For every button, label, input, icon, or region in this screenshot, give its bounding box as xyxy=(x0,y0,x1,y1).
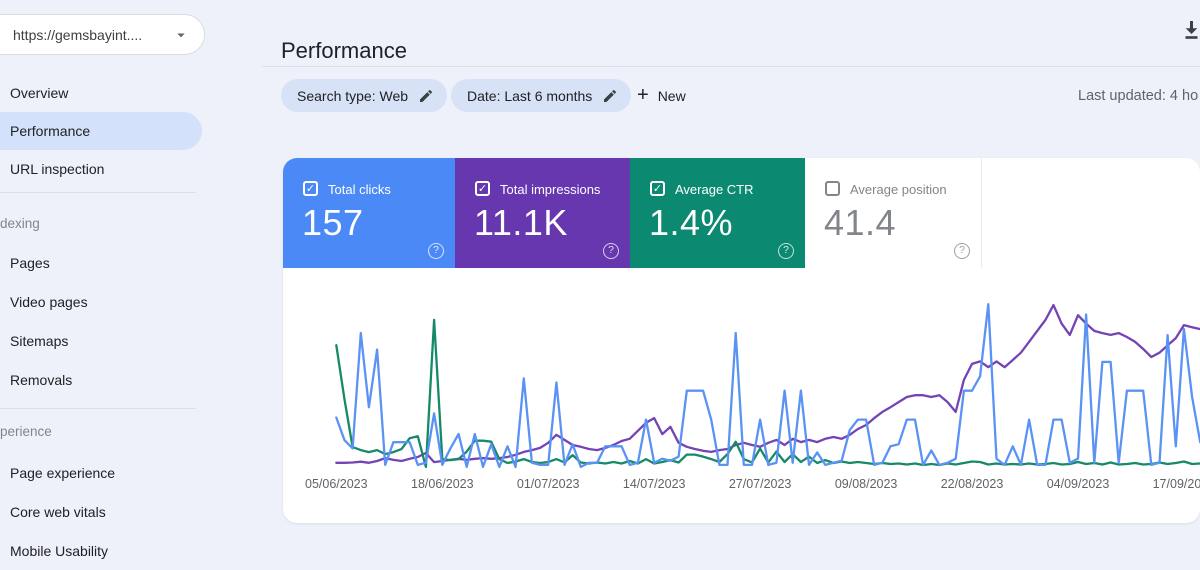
sidebar-section-experience: perience xyxy=(0,424,52,439)
property-selector-value: https://gemsbayint.... xyxy=(13,26,143,43)
x-tick-label: 27/07/2023 xyxy=(729,477,792,491)
sidebar-item-label: Mobile Usability xyxy=(10,543,109,559)
metric-label: Average position xyxy=(850,182,947,197)
sidebar-divider xyxy=(0,192,196,193)
metric-card-total-clicks[interactable]: ✓ Total clicks 157 ? xyxy=(283,158,455,268)
download-icon xyxy=(1185,21,1198,39)
page-title: Performance xyxy=(281,37,407,63)
chevron-down-icon xyxy=(177,33,185,37)
help-question-icon[interactable]: ? xyxy=(778,243,794,259)
checkbox-checked-icon[interactable]: ✓ xyxy=(303,181,318,196)
search-type-chip[interactable]: Search type: Web xyxy=(281,79,448,112)
export-download-button[interactable] xyxy=(1183,21,1200,41)
metric-card-total-impressions[interactable]: ✓ Total impressions 11.1K ? xyxy=(455,158,630,268)
sidebar-item-label: Removals xyxy=(10,372,73,388)
sidebar: https://gemsbayint.... Overview Performa… xyxy=(0,0,250,559)
metric-value: 11.1K xyxy=(474,202,568,243)
sidebar-item-mobile-usability[interactable]: Mobile Usability xyxy=(0,532,202,570)
header-divider xyxy=(262,66,1200,67)
metric-label: Total impressions xyxy=(500,182,601,197)
sidebar-item-label: Performance xyxy=(10,123,91,139)
performance-chart[interactable]: 05/06/2023 18/06/2023 01/07/2023 14/07/2023… xyxy=(280,275,1200,525)
sidebar-item-page-experience[interactable]: Page experience xyxy=(0,454,202,492)
help-question-icon[interactable]: ? xyxy=(954,243,970,259)
sidebar-divider xyxy=(0,408,196,409)
sidebar-item-video-pages[interactable]: Video pages xyxy=(0,283,202,321)
sidebar-item-sitemaps[interactable]: Sitemaps xyxy=(0,322,202,360)
help-question-icon[interactable]: ? xyxy=(603,243,619,259)
impressions-line xyxy=(335,303,1200,464)
checkbox-unchecked-icon[interactable] xyxy=(825,181,840,196)
last-updated-text: Last updated: 4 ho xyxy=(1078,88,1199,104)
sidebar-item-label: Video pages xyxy=(10,294,88,310)
x-tick-label: 18/06/2023 xyxy=(411,477,474,491)
x-tick-label: 04/09/2023 xyxy=(1047,477,1110,491)
sidebar-item-label: URL inspection xyxy=(10,161,105,177)
x-tick-label: 22/08/2023 xyxy=(941,477,1004,491)
sidebar-item-label: Core web vitals xyxy=(10,504,106,520)
metric-card-average-ctr[interactable]: ✓ Average CTR 1.4% ? xyxy=(630,158,805,268)
date-range-chip[interactable]: Date: Last 6 months xyxy=(451,79,632,112)
sidebar-item-performance[interactable]: Performance xyxy=(0,112,202,150)
metric-value: 41.4 xyxy=(824,202,897,243)
sidebar-item-pages[interactable]: Pages xyxy=(0,244,202,282)
x-tick-label: 09/08/2023 xyxy=(835,477,898,491)
checkbox-checked-icon[interactable]: ✓ xyxy=(475,181,490,196)
edit-pencil-icon xyxy=(420,89,433,102)
x-tick-label: 17/09/2023 xyxy=(1153,477,1200,491)
metric-value: 157 xyxy=(302,202,364,243)
sidebar-item-label: Sitemaps xyxy=(10,333,69,349)
sidebar-item-removals[interactable]: Removals xyxy=(0,361,202,399)
help-question-icon[interactable]: ? xyxy=(428,243,444,259)
metric-label: Total clicks xyxy=(328,182,391,197)
property-selector[interactable]: https://gemsbayint.... xyxy=(0,14,205,55)
sidebar-item-label: Pages xyxy=(10,255,50,271)
x-tick-label: 14/07/2023 xyxy=(623,477,686,491)
plus-icon: + xyxy=(637,83,649,106)
sidebar-item-overview[interactable]: Overview xyxy=(0,74,202,112)
search-type-chip-label: Search type: Web xyxy=(297,87,409,104)
sidebar-item-label: Page experience xyxy=(10,465,116,481)
sidebar-item-label: Overview xyxy=(10,85,69,101)
sidebar-item-core-web-vitals[interactable]: Core web vitals xyxy=(0,493,202,531)
date-range-chip-label: Date: Last 6 months xyxy=(467,87,593,104)
sidebar-item-url-inspection[interactable]: URL inspection xyxy=(0,150,202,188)
metric-label: Average CTR xyxy=(675,182,754,197)
edit-pencil-icon xyxy=(604,89,617,102)
metric-card-average-position[interactable]: Average position 41.4 ? xyxy=(805,158,982,268)
sidebar-section-indexing: dexing xyxy=(0,216,40,231)
x-tick-label: 01/07/2023 xyxy=(517,477,580,491)
new-filter-label: New xyxy=(657,87,686,104)
x-tick-label: 05/06/2023 xyxy=(305,477,368,491)
metric-value: 1.4% xyxy=(649,202,734,243)
ctr-line xyxy=(335,318,1200,469)
checkbox-checked-icon[interactable]: ✓ xyxy=(650,181,665,196)
new-filter-button[interactable]: + New xyxy=(637,79,686,112)
